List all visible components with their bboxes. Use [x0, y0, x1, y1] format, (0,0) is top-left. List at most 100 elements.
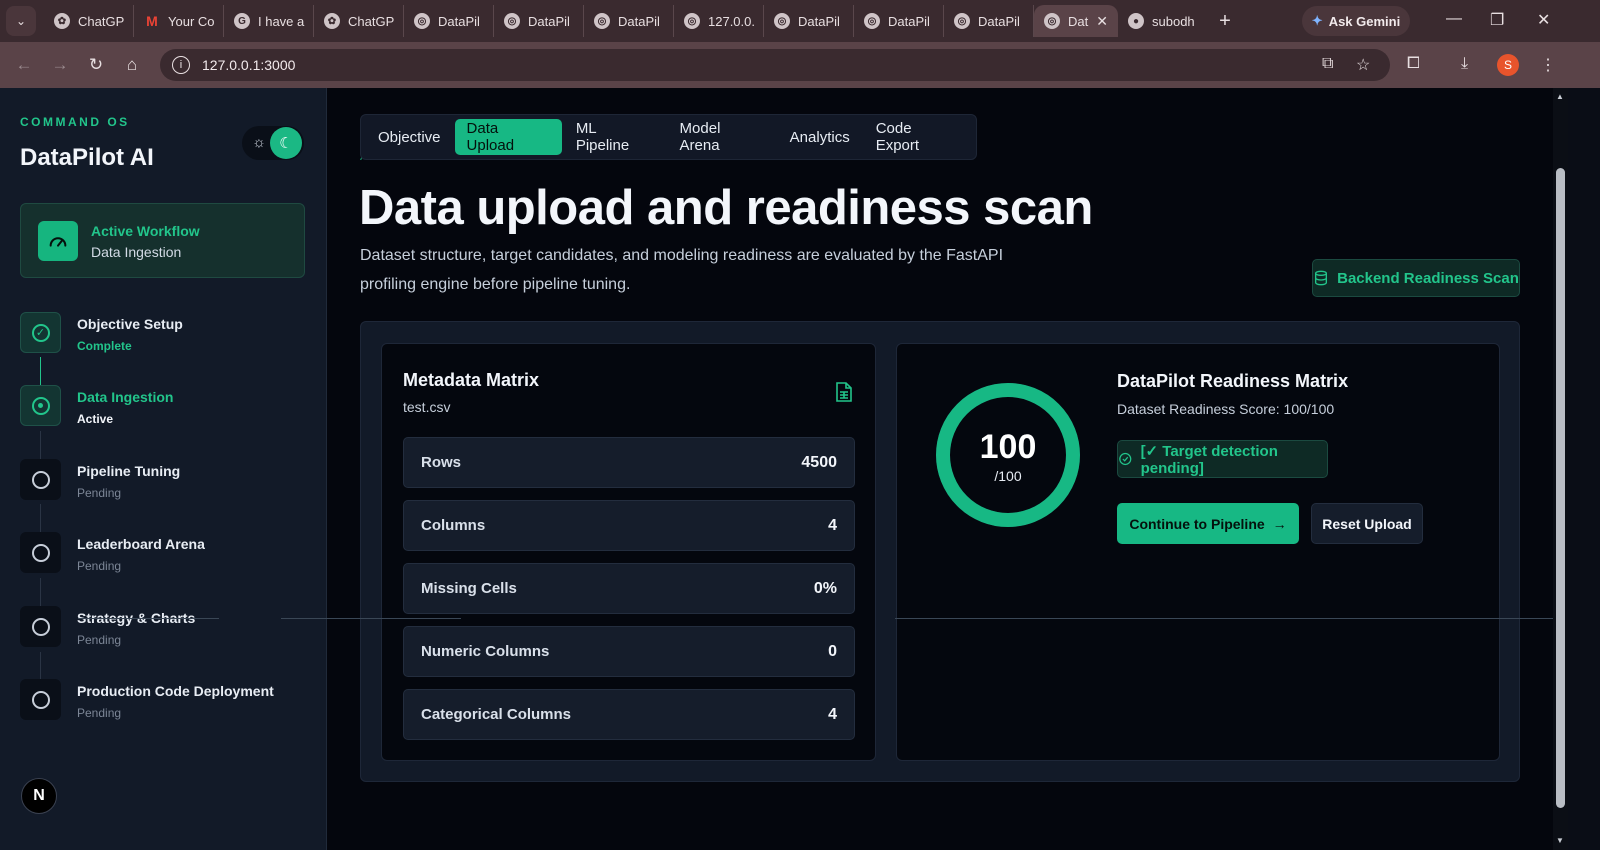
tab-analytics[interactable]: Analytics: [778, 119, 862, 155]
tab-active[interactable]: ◎ Dat ✕: [1034, 5, 1118, 37]
site-info-icon[interactable]: i: [172, 56, 190, 74]
metadata-row: Columns 4: [403, 500, 855, 551]
gauge-score: 100: [979, 428, 1037, 466]
circle-icon: [31, 543, 50, 562]
translate-icon[interactable]: ⧉: [1322, 55, 1333, 73]
new-tab-button[interactable]: +: [1208, 10, 1242, 33]
back-icon[interactable]: ←: [6, 55, 42, 75]
globe-icon: ◎: [684, 13, 700, 29]
browser-tab[interactable]: M Your Co: [134, 5, 224, 37]
tab-objective[interactable]: Objective: [366, 119, 453, 155]
close-window-icon[interactable]: ✕: [1537, 10, 1550, 30]
gemini-sparkle-icon: ✦: [1311, 13, 1323, 28]
workflow-step[interactable]: Pipeline Tuning Pending: [20, 459, 320, 519]
tab-title: subodh: [1152, 13, 1195, 29]
dataset-filename: test.csv: [403, 399, 451, 415]
browser-tab[interactable]: ✿ ChatGP: [314, 5, 404, 37]
metadata-label: Columns: [421, 517, 486, 534]
browser-tab[interactable]: G I have a: [224, 5, 314, 37]
database-icon: [1315, 270, 1328, 286]
home-icon[interactable]: ⌂: [114, 55, 150, 75]
circle-icon: [31, 690, 50, 709]
browser-tab[interactable]: ◎ DataPil: [584, 5, 674, 37]
sun-icon[interactable]: ☼: [250, 134, 268, 152]
tab-search-chevron-icon[interactable]: ⌄: [6, 6, 36, 36]
browser-tab[interactable]: ✿ ChatGP: [44, 5, 134, 37]
reset-upload-button[interactable]: Reset Upload: [1311, 503, 1423, 544]
browser-tab[interactable]: ◎ DataPil: [854, 5, 944, 37]
main-content: AUTOMATED PROFILING HUB ObjectiveData Up…: [327, 88, 1553, 850]
minimize-icon[interactable]: —: [1446, 10, 1462, 28]
tab-github[interactable]: ● subodh: [1118, 5, 1208, 37]
theme-toggle[interactable]: ☼ ☾: [242, 126, 304, 160]
tab-list: ✿ ChatGP M Your Co G I have a ✿ ChatGP ◎ DataPil ◎…: [44, 5, 1034, 37]
divider-line: [281, 618, 461, 619]
nextjs-logo[interactable]: N: [21, 778, 57, 814]
google-icon: G: [234, 13, 250, 29]
reload-icon[interactable]: ↻: [78, 55, 114, 75]
metadata-label: Categorical Columns: [421, 706, 572, 723]
browser-tab[interactable]: ◎ DataPil: [404, 5, 494, 37]
continue-to-pipeline-button[interactable]: Continue to Pipeline →: [1117, 503, 1299, 544]
step-status: Pending: [77, 486, 122, 500]
workflow-step[interactable]: Leaderboard Arena Pending: [20, 532, 320, 592]
workflow-subtitle: Data Ingestion: [91, 244, 182, 260]
url-text: 127.0.0.1:3000: [202, 57, 296, 73]
check-circle-icon: ✓: [31, 323, 50, 342]
scroll-down-icon[interactable]: ▼: [1556, 836, 1564, 845]
tab-title: DataPil: [438, 13, 480, 29]
workflow-step[interactable]: Data Ingestion Active: [20, 385, 320, 445]
step-indicator: [20, 606, 61, 647]
browser-tabstrip: ⌄ ✿ ChatGP M Your Co G I have a ✿ ChatGP ◎ DataPi…: [0, 0, 1600, 42]
profile-avatar[interactable]: S: [1497, 54, 1519, 76]
tab-code-export[interactable]: Code Export: [864, 119, 971, 155]
workflow-step[interactable]: ✓ Objective Setup Complete: [20, 312, 320, 372]
github-icon: ●: [1128, 13, 1144, 29]
download-icon[interactable]: ⤓: [1461, 55, 1468, 73]
tab-title: DataPil: [978, 13, 1020, 29]
page-scrollbar[interactable]: ▲ ▼: [1553, 88, 1568, 850]
workflow-step[interactable]: Production Code Deployment Pending: [20, 679, 320, 739]
url-field[interactable]: i 127.0.0.1:3000: [160, 49, 1390, 81]
browser-tab[interactable]: ◎ DataPil: [944, 5, 1034, 37]
tab-title: I have a: [258, 13, 305, 29]
ask-gemini-button[interactable]: ✦ Ask Gemini: [1302, 6, 1410, 36]
page-description: Dataset structure, target candidates, an…: [360, 247, 1004, 293]
browser-tab[interactable]: ◎ 127.0.0.: [674, 5, 764, 37]
globe-icon: ◎: [774, 13, 790, 29]
backend-readiness-scan-button[interactable]: Backend Readiness Scan: [1312, 259, 1520, 297]
close-tab-icon[interactable]: ✕: [1096, 13, 1108, 30]
browser-tab[interactable]: ◎ DataPil: [494, 5, 584, 37]
bookmark-star-icon[interactable]: ☆: [1356, 55, 1370, 75]
workflow-step[interactable]: Strategy & Charts Pending: [20, 606, 320, 666]
metadata-value: 4: [828, 516, 837, 534]
step-indicator: ✓: [20, 312, 61, 353]
metadata-row: Rows 4500: [403, 437, 855, 488]
step-name: Objective Setup: [77, 316, 183, 332]
browser-tab[interactable]: ◎ DataPil: [764, 5, 854, 37]
scroll-thumb[interactable]: [1556, 168, 1565, 808]
tab-model-arena[interactable]: Model Arena: [668, 119, 776, 155]
address-bar: ← → ↻ ⌂ i 127.0.0.1:3000 ⧉ ☆ ⧠ ⤓ S ⋮: [0, 42, 1600, 88]
main-tabs: Objective Data Upload ML Pipeline Model Are…: [360, 114, 977, 160]
moon-icon[interactable]: ☾: [270, 127, 302, 159]
browser-menu-icon[interactable]: ⋮: [1540, 55, 1556, 75]
extensions-icon[interactable]: ⧠: [1407, 55, 1420, 73]
scroll-up-icon[interactable]: ▲: [1556, 92, 1564, 101]
gauge-max: /100: [994, 468, 1022, 484]
globe-icon: ◎: [864, 13, 880, 29]
tab-data-upload[interactable]: Data Upload: [454, 119, 562, 155]
step-status: Active: [77, 412, 114, 426]
tab-title: Your Co: [168, 13, 215, 29]
circle-icon: [31, 617, 50, 636]
divider-line: [78, 618, 219, 619]
forward-icon[interactable]: →: [42, 55, 78, 75]
tab-ml-pipeline[interactable]: ML Pipeline: [564, 119, 666, 155]
restore-icon[interactable]: ❐: [1490, 10, 1504, 30]
ask-gemini-label: Ask Gemini: [1328, 13, 1401, 29]
tab-title: Dat: [1068, 13, 1089, 29]
metadata-label: Rows: [421, 454, 462, 471]
readiness-score-text: Dataset Readiness Score: 100/100: [1117, 401, 1335, 417]
tab-title: ChatGP: [78, 13, 125, 29]
readiness-title: DataPilot Readiness Matrix: [1117, 371, 1349, 391]
